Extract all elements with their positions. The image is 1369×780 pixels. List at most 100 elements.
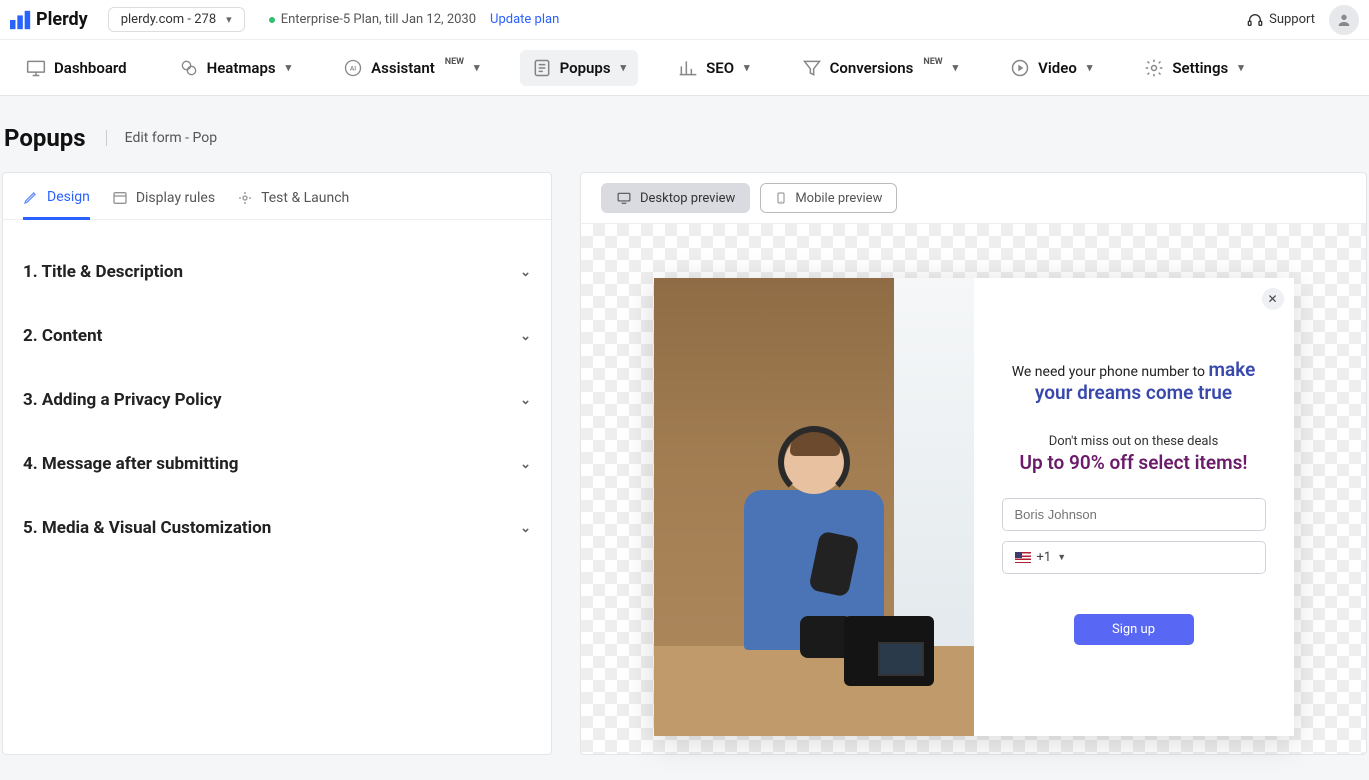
nav-popups[interactable]: Popups ▾ bbox=[520, 50, 639, 86]
close-icon: ✕ bbox=[1267, 292, 1277, 306]
accordion-label: 5. Media & Visual Customization bbox=[23, 518, 271, 538]
chevron-down-icon: ▼ bbox=[1057, 552, 1066, 563]
mobile-preview-button[interactable]: Mobile preview bbox=[760, 183, 897, 213]
chevron-down-icon: ⌄ bbox=[520, 457, 531, 472]
chevron-down-icon: ▾ bbox=[226, 13, 232, 26]
nav-label: Video bbox=[1038, 59, 1077, 77]
popup-headline-em1: make bbox=[1209, 358, 1256, 381]
circles-icon bbox=[179, 58, 199, 78]
popup-subtext: Don't miss out on these deals bbox=[1049, 434, 1219, 449]
popup-signup-button[interactable]: Sign up bbox=[1074, 614, 1194, 645]
accordion-privacy-policy[interactable]: 3. Adding a Privacy Policy ⌄ bbox=[23, 368, 531, 432]
person-icon bbox=[1336, 12, 1352, 28]
new-badge: NEW bbox=[923, 57, 942, 67]
popup-image-illustration bbox=[654, 278, 974, 736]
new-badge: NEW bbox=[445, 57, 464, 67]
nav-assistant[interactable]: AI Assistant NEW ▾ bbox=[331, 50, 491, 86]
preview-toggle-bar: Desktop preview Mobile preview bbox=[581, 173, 1366, 224]
chevron-down-icon: ▾ bbox=[286, 61, 292, 74]
chevron-down-icon: ▾ bbox=[621, 61, 627, 74]
chevron-down-icon: ▾ bbox=[953, 61, 959, 74]
chevron-down-icon: ⌄ bbox=[520, 521, 531, 536]
breadcrumb: Edit form - Pop bbox=[106, 130, 217, 146]
accordion-message-after-submit[interactable]: 4. Message after submitting ⌄ bbox=[23, 432, 531, 496]
popup-close-button[interactable]: ✕ bbox=[1262, 288, 1284, 310]
ai-icon: AI bbox=[343, 58, 363, 78]
tab-display-rules[interactable]: Display rules bbox=[112, 189, 215, 219]
nav-video[interactable]: Video ▾ bbox=[998, 50, 1104, 86]
accordion-label: 3. Adding a Privacy Policy bbox=[23, 390, 222, 410]
nav-label: Dashboard bbox=[54, 59, 127, 77]
headset-icon bbox=[1247, 12, 1263, 28]
chevron-down-icon: ▾ bbox=[474, 61, 480, 74]
nav-settings[interactable]: Settings ▾ bbox=[1132, 50, 1255, 86]
chevron-down-icon: ▾ bbox=[744, 61, 750, 74]
chevron-down-icon: ⌄ bbox=[520, 393, 531, 408]
tab-label: Design bbox=[47, 189, 90, 205]
brand-name: Plerdy bbox=[36, 9, 88, 30]
plan-info: Enterprise-5 Plan, till Jan 12, 2030 Upd… bbox=[269, 12, 560, 27]
desktop-preview-button[interactable]: Desktop preview bbox=[601, 183, 750, 213]
popup-name-input[interactable] bbox=[1002, 498, 1266, 531]
chart-icon bbox=[678, 58, 698, 78]
nav-label: Conversions bbox=[830, 59, 914, 77]
brand-logo[interactable]: Plerdy bbox=[10, 9, 88, 30]
popup-content: We need your phone number to make your d… bbox=[974, 278, 1294, 736]
accordion-media-visual[interactable]: 5. Media & Visual Customization ⌄ bbox=[23, 496, 531, 560]
accordion-label: 1. Title & Description bbox=[23, 262, 183, 282]
tab-test-launch[interactable]: Test & Launch bbox=[237, 189, 349, 219]
user-avatar[interactable] bbox=[1329, 5, 1359, 35]
chevron-down-icon: ▾ bbox=[1087, 61, 1093, 74]
button-label: Desktop preview bbox=[640, 191, 735, 206]
nav-dashboard[interactable]: Dashboard bbox=[14, 50, 139, 86]
popup-headline: We need your phone number to make your d… bbox=[1012, 358, 1256, 404]
accordion-label: 2. Content bbox=[23, 326, 102, 346]
nav-heatmaps[interactable]: Heatmaps ▾ bbox=[167, 50, 304, 86]
plan-text: Enterprise-5 Plan, till Jan 12, 2030 bbox=[281, 12, 476, 27]
preview-panel: Desktop preview Mobile preview ✕ bbox=[580, 172, 1367, 755]
form-icon bbox=[532, 58, 552, 78]
chevron-down-icon: ▾ bbox=[1238, 61, 1244, 74]
nav-seo[interactable]: SEO ▾ bbox=[666, 50, 762, 86]
accordion-title-description[interactable]: 1. Title & Description ⌄ bbox=[23, 240, 531, 304]
nav-label: Settings bbox=[1172, 59, 1228, 77]
phone-prefix: +1 bbox=[1037, 550, 1052, 565]
support-link[interactable]: Support bbox=[1247, 12, 1315, 28]
accordion-label: 4. Message after submitting bbox=[23, 454, 239, 474]
topbar: Plerdy plerdy.com - 278 ▾ Enterprise-5 P… bbox=[0, 0, 1369, 40]
nav-label: SEO bbox=[706, 59, 734, 77]
support-label: Support bbox=[1269, 12, 1315, 27]
preview-canvas: ✕ We need y bbox=[581, 224, 1366, 754]
popup-headline-pre: We need your phone number to bbox=[1012, 364, 1209, 380]
popup-image bbox=[654, 278, 974, 736]
update-plan-link[interactable]: Update plan bbox=[490, 12, 559, 27]
funnel-icon bbox=[802, 58, 822, 78]
gear-icon bbox=[1144, 58, 1164, 78]
status-dot-icon bbox=[269, 17, 275, 23]
tab-design[interactable]: Design bbox=[23, 189, 90, 220]
popup-preview: ✕ We need y bbox=[654, 278, 1294, 736]
mobile-icon bbox=[775, 190, 787, 206]
monitor-icon bbox=[26, 58, 46, 78]
pencil-icon bbox=[23, 189, 39, 205]
nav-label: Assistant bbox=[371, 59, 435, 77]
editor-tabs: Design Display rules Test & Launch bbox=[3, 173, 551, 220]
chevron-down-icon: ⌄ bbox=[520, 265, 531, 280]
gear-icon bbox=[237, 190, 253, 206]
chevron-down-icon: ⌄ bbox=[520, 329, 531, 344]
nav-label: Popups bbox=[560, 59, 611, 77]
svg-text:AI: AI bbox=[350, 64, 356, 72]
us-flag-icon bbox=[1015, 552, 1031, 563]
nav-conversions[interactable]: Conversions NEW ▾ bbox=[790, 50, 971, 86]
page-header: Popups Edit form - Pop bbox=[0, 96, 1369, 172]
site-selector[interactable]: plerdy.com - 278 ▾ bbox=[108, 7, 245, 32]
button-label: Mobile preview bbox=[795, 191, 882, 206]
desktop-icon bbox=[616, 191, 632, 205]
accordion-content[interactable]: 2. Content ⌄ bbox=[23, 304, 531, 368]
nav-label: Heatmaps bbox=[207, 59, 276, 77]
logo-bars-icon bbox=[10, 10, 32, 30]
popup-phone-input[interactable]: +1 ▼ bbox=[1002, 541, 1266, 574]
editor-panel: Design Display rules Test & Launch 1. Ti… bbox=[2, 172, 552, 755]
site-selector-label: plerdy.com - 278 bbox=[121, 12, 216, 27]
design-accordion: 1. Title & Description ⌄ 2. Content ⌄ 3.… bbox=[3, 220, 551, 580]
